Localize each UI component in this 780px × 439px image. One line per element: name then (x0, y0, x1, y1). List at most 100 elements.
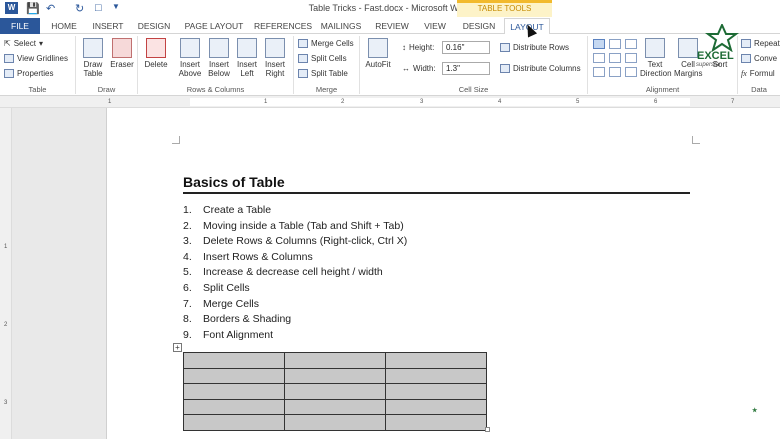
merge-cells-button[interactable]: Merge Cells (298, 39, 354, 48)
document-heading[interactable]: Basics of Table (183, 174, 285, 190)
split-cells-button[interactable]: Split Cells (298, 54, 347, 63)
list-item[interactable]: 6. Split Cells (183, 281, 407, 297)
select-icon: ⇱ (4, 39, 11, 48)
list-item[interactable]: 2. Moving inside a Table (Tab and Shift +… (183, 219, 407, 235)
tab-references[interactable]: REFERENCES (254, 18, 312, 34)
insert-below-icon (209, 38, 229, 58)
properties-button[interactable]: Properties (4, 69, 53, 78)
distribute-columns-button[interactable]: Distribute Columns (500, 64, 581, 73)
table-cell[interactable] (385, 414, 487, 431)
formula-button[interactable]: fx Formul (741, 69, 775, 78)
table-cell[interactable] (183, 398, 285, 415)
align-bottom-left-icon[interactable] (593, 67, 605, 77)
logo-subtext: superstar (696, 62, 722, 68)
list-item[interactable]: 4. Insert Rows & Columns (183, 250, 407, 266)
table-cell[interactable] (284, 383, 386, 400)
ruler-number: 1 (264, 99, 268, 105)
list-item[interactable]: 1. Create a Table (183, 203, 407, 219)
list-item[interactable]: 3. Delete Rows & Columns (Right-click, Ct… (183, 234, 407, 250)
autofit-icon (368, 38, 388, 58)
select-button[interactable]: ⇱ Select ▾ (4, 39, 43, 48)
tab-file[interactable]: FILE (0, 18, 40, 34)
tab-mailings[interactable]: MAILINGS (318, 18, 364, 34)
tab-insert[interactable]: INSERT (88, 18, 128, 34)
column-width-icon: ↔ (402, 64, 410, 73)
text-direction-button[interactable]: Text Direction (640, 38, 672, 78)
tab-table-design[interactable]: DESIGN (458, 18, 500, 34)
title-bar: W 💾 ↶ ↻ □ ▼ Table Tricks - Fast.docx - M… (0, 0, 780, 17)
distribute-columns-icon (500, 64, 510, 73)
merge-cells-icon (298, 39, 308, 48)
window-title: Table Tricks - Fast.docx - Microsoft Wor… (308, 3, 472, 13)
chevron-down-icon: ▾ (38, 39, 43, 48)
group-label-alignment: Alignment (645, 85, 680, 94)
view-gridlines-button[interactable]: View Gridlines (4, 54, 68, 63)
width-input[interactable]: 1.3" (442, 62, 490, 75)
ruler-number: 7 (731, 99, 735, 105)
align-top-right-icon[interactable] (625, 39, 637, 49)
table-cell[interactable] (284, 414, 386, 431)
table-move-handle-icon[interactable]: + (173, 343, 182, 352)
split-table-button[interactable]: Split Table (298, 69, 348, 78)
ruler-number: 1 (4, 244, 8, 250)
star-logo-icon (705, 24, 739, 52)
height-input[interactable]: 0.16" (442, 41, 490, 54)
align-middle-left-icon[interactable] (593, 53, 605, 63)
list-item[interactable]: 9. Font Alignment (183, 328, 407, 344)
insert-left-icon (237, 38, 257, 58)
align-center-icon[interactable] (609, 53, 621, 63)
eraser-icon (112, 38, 132, 58)
table-cell[interactable] (284, 398, 386, 415)
tab-review[interactable]: REVIEW (372, 18, 412, 34)
table-resize-handle[interactable] (485, 427, 490, 432)
tab-page-layout[interactable]: PAGE LAYOUT (181, 18, 247, 34)
list-item[interactable]: 5. Increase & decrease cell height / widt… (183, 265, 407, 281)
table-cell[interactable] (385, 383, 487, 400)
delete-table-icon (146, 38, 166, 58)
split-cells-icon (298, 54, 308, 63)
ruler-number: 2 (341, 99, 345, 105)
ruler-number: 6 (654, 99, 658, 105)
group-label-data: Data (751, 85, 767, 94)
logo-text: EXCEL (697, 50, 734, 62)
insert-below-button[interactable]: Insert Below (204, 38, 234, 78)
table-tools-label: TABLE TOOLS (477, 4, 532, 13)
draw-table-button[interactable]: Draw Table (78, 38, 108, 78)
group-label-rows-columns: Rows & Columns (186, 85, 245, 94)
align-bottom-right-icon[interactable] (625, 67, 637, 77)
table-cell[interactable] (284, 352, 386, 369)
table-cell[interactable] (284, 367, 386, 384)
tab-design[interactable]: DESIGN (134, 18, 174, 34)
insert-right-icon (265, 38, 285, 58)
vertical-ruler[interactable] (0, 108, 12, 439)
insert-above-icon (180, 38, 200, 58)
list-item[interactable]: 8. Borders & Shading (183, 312, 407, 328)
insert-right-button[interactable]: Insert Right (260, 38, 290, 78)
distribute-rows-icon (500, 43, 510, 52)
table-cell[interactable] (385, 367, 487, 384)
distribute-rows-button[interactable]: Distribute Rows (500, 43, 569, 52)
align-top-left-icon[interactable] (593, 39, 605, 49)
tab-view[interactable]: VIEW (420, 18, 450, 34)
group-label-draw: Draw (97, 85, 116, 94)
pencil-icon (83, 38, 103, 58)
table-cell[interactable] (385, 398, 487, 415)
properties-icon (4, 69, 14, 78)
list-item[interactable]: 7. Merge Cells (183, 297, 407, 313)
document-table[interactable] (183, 352, 487, 431)
table-cell[interactable] (385, 352, 487, 369)
tab-home[interactable]: HOME (46, 18, 82, 34)
insert-above-button[interactable]: Insert Above (175, 38, 205, 78)
group-table: ⇱ Select ▾ View Gridlines Properties Table (0, 36, 76, 94)
insert-left-button[interactable]: Insert Left (232, 38, 262, 78)
table-cell[interactable] (183, 383, 285, 400)
table-cell[interactable] (183, 352, 285, 369)
table-cell[interactable] (183, 414, 285, 431)
table-cell[interactable] (183, 367, 285, 384)
eraser-button[interactable]: Eraser (107, 38, 137, 69)
autofit-button[interactable]: AutoFit (363, 38, 393, 69)
delete-button[interactable]: Delete (141, 38, 171, 69)
align-bottom-center-icon[interactable] (609, 67, 621, 77)
align-middle-right-icon[interactable] (625, 53, 637, 63)
align-top-center-icon[interactable] (609, 39, 621, 49)
